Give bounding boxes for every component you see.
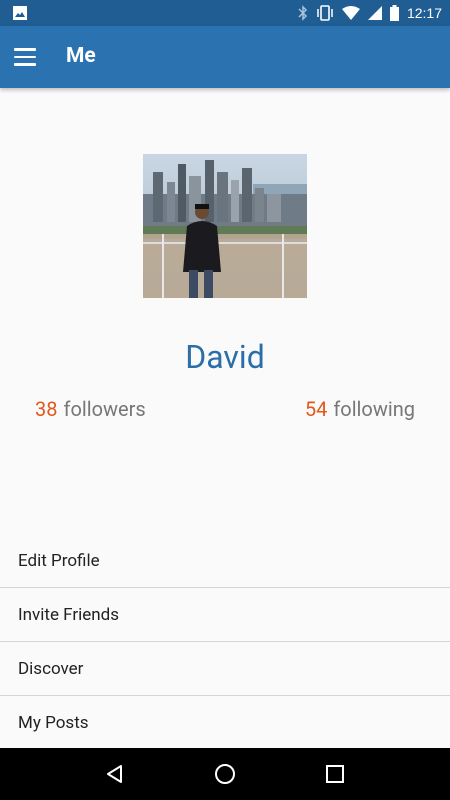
image-icon	[13, 6, 27, 20]
followers-stat[interactable]: 38 followers	[35, 397, 146, 421]
hamburger-menu-icon[interactable]	[14, 43, 44, 71]
menu-item-invite-friends[interactable]: Invite Friends	[0, 588, 450, 642]
profile-stats: 38 followers 54 following	[0, 397, 450, 427]
profile-name: David	[185, 338, 265, 376]
following-count: 54	[304, 397, 328, 421]
status-time: 12:17	[406, 5, 442, 21]
profile-menu-list: Edit Profile Invite Friends Discover My …	[0, 534, 450, 750]
app-bar: Me	[0, 26, 450, 88]
home-icon[interactable]	[205, 754, 245, 794]
wifi-icon	[341, 6, 360, 20]
bluetooth-icon	[298, 5, 308, 21]
signal-icon	[367, 6, 382, 20]
system-nav-bar	[0, 748, 450, 800]
followers-label: followers	[63, 397, 146, 421]
following-label: following	[333, 397, 415, 421]
following-stat[interactable]: 54 following	[305, 397, 415, 421]
profile-photo[interactable]	[143, 154, 307, 298]
followers-count: 38	[35, 397, 58, 421]
menu-item-discover[interactable]: Discover	[0, 642, 450, 696]
recents-icon[interactable]	[315, 754, 355, 794]
back-icon[interactable]	[95, 754, 135, 794]
page-title: Me	[66, 44, 96, 68]
battery-icon	[389, 5, 399, 21]
menu-item-my-posts[interactable]: My Posts	[0, 696, 450, 750]
menu-item-edit-profile[interactable]: Edit Profile	[0, 534, 450, 588]
status-bar: 12:17	[0, 0, 450, 26]
vibrate-icon	[317, 5, 333, 21]
